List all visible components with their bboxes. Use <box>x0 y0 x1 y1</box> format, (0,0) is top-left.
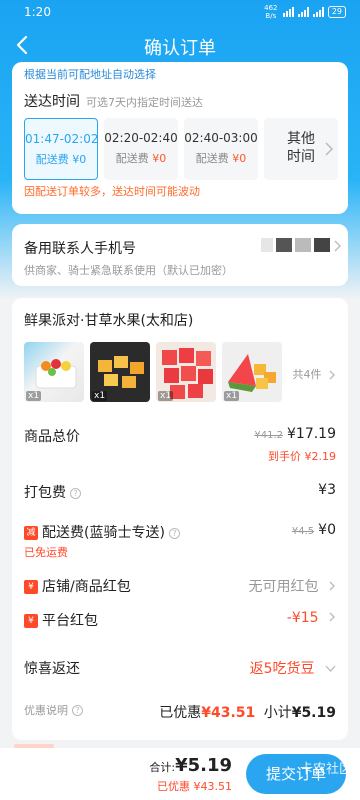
platform-redpack-row[interactable]: ¥ 平台红包 -¥15 <box>24 610 336 630</box>
help-icon[interactable]: ? <box>72 704 83 716</box>
total-prefix: 合计: <box>149 761 176 774</box>
discount-summary-row: 优惠说明? 已优惠¥43.51 小计¥5.19 <box>24 702 336 721</box>
delivery-fee-original: ¥4.5 <box>291 526 315 537</box>
surprise-return-label: 惊喜返还 <box>24 661 80 677</box>
unit-price: 到手价 ¥2.19 <box>268 450 336 463</box>
discount-tag-icon: 减 <box>24 526 38 540</box>
free-delivery-row: 已免运费 <box>24 544 336 560</box>
signal-icon <box>297 7 309 17</box>
goods-total-row: 商品总价 ¥41.2 ¥17.19 <box>24 426 336 446</box>
product-image: x1 <box>90 342 150 402</box>
goods-total-value: ¥17.19 <box>287 426 336 442</box>
delivery-time-subtitle: 可选7天内指定时间送达 <box>86 96 203 109</box>
time-slot-2[interactable]: 02:20-02:40 配送费 ¥0 <box>104 118 178 180</box>
backup-contact-subtitle: 供商家、骑士紧急联系使用（默认已加密） <box>24 264 233 277</box>
status-icons: 462 B/s 29 <box>263 4 346 20</box>
time-slots: 01:47-02:02 配送费 ¥0 02:20-02:40 配送费 ¥0 02… <box>24 118 346 180</box>
page-title: 确认订单 <box>144 38 216 59</box>
delivery-fee-value: ¥0 <box>318 522 336 538</box>
time-slot-time: 01:47-02:02 <box>25 132 99 146</box>
chevron-right-icon <box>329 370 335 380</box>
delivery-delay-hint: 因配送订单较多，送达时间可能波动 <box>24 185 200 198</box>
chevron-down-icon <box>325 665 336 672</box>
chevron-right-icon <box>325 142 334 156</box>
chevron-right-icon <box>329 581 335 591</box>
time-slot-fee: 配送费 ¥0 <box>115 152 167 165</box>
subtotal-value: ¥5.19 <box>291 705 336 721</box>
watermark: 卡农社区 <box>299 762 352 777</box>
help-icon[interactable]: ? <box>70 487 81 499</box>
platform-redpack-label: 平台红包 <box>42 613 98 629</box>
shop-redpack-label: 店铺/商品红包 <box>42 579 131 595</box>
subtotal-prefix: 小计 <box>263 705 292 721</box>
time-slot-fee: 配送费 ¥0 <box>195 152 247 165</box>
shop-redpack-value: 无可用红包 <box>248 579 319 595</box>
delivery-fee-row: 减配送费(蓝骑士专送)? ¥4.5 ¥0 <box>24 522 336 542</box>
shop-name: 鲜果派对·甘草水果(太和店) <box>24 313 194 329</box>
discount-value: ¥43.51 <box>201 705 256 721</box>
footer-discount: 已优惠 ¥43.51 <box>157 780 232 793</box>
time-slot-time: 02:20-02:40 <box>104 131 178 145</box>
free-delivery-note: 已免运费 <box>24 546 68 559</box>
platform-redpack-value: -¥15 <box>286 610 319 626</box>
time-slot-fee: 配送费 ¥0 <box>35 153 87 166</box>
signal-icon-2 <box>312 7 324 17</box>
status-bar: 1:20 462 B/s 29 <box>0 0 360 24</box>
delivery-time-card: 根据当前可配地址自动选择 送达时间 可选7天内指定时间送达 01:47-02:02… <box>12 62 348 214</box>
masked-phone <box>261 238 330 252</box>
chevron-right-icon <box>329 612 335 622</box>
product-image: x1 <box>156 342 216 402</box>
goods-total-label: 商品总价 <box>24 429 80 445</box>
other-time-button[interactable]: 其他 时间 <box>264 118 338 180</box>
time-slot-1[interactable]: 01:47-02:02 配送费 ¥0 <box>24 118 99 180</box>
packing-fee-label: 打包费 <box>24 485 66 501</box>
product-image: x1 <box>222 342 282 402</box>
goods-total-original: ¥41.2 <box>254 430 283 441</box>
network-speed: 462 B/s <box>264 4 278 20</box>
order-card: 鲜果派对·甘草水果(太和店) x1 x1 x1 x1 共4件 商品总价 ¥41.… <box>12 298 348 740</box>
surprise-return-value: 返5吃货豆 <box>249 661 315 677</box>
packing-fee-row: 打包费? ¥3 <box>24 482 336 502</box>
delivery-fee-label: 配送费(蓝骑士专送) <box>42 525 165 541</box>
chevron-right-icon <box>334 240 341 252</box>
battery-icon: 29 <box>327 6 346 18</box>
shop-redpack-row[interactable]: ¥ 店铺/商品红包 无可用红包 <box>24 576 336 596</box>
help-icon[interactable]: ? <box>168 527 180 539</box>
wifi-icon <box>282 7 294 17</box>
backup-contact-title: 备用联系人手机号 <box>24 241 136 257</box>
checkout-bar: 合计:¥5.19 已优惠 ¥43.51 提交订单 卡农社区 <box>0 748 360 800</box>
order-total: 合计:¥5.19 已优惠 ¥43.51 <box>149 755 232 794</box>
total-value: ¥5.19 <box>175 755 232 776</box>
address-hint: 根据当前可配地址自动选择 <box>24 68 156 81</box>
backup-contact-card[interactable]: 备用联系人手机号 供商家、骑士紧急联系使用（默认已加密） <box>12 224 348 286</box>
time-slot-3[interactable]: 02:40-03:00 配送费 ¥0 <box>184 118 258 180</box>
product-image: x1 <box>24 342 84 402</box>
redpack-tag-icon: ¥ <box>24 580 38 594</box>
discount-note-label: 优惠说明 <box>24 704 68 717</box>
delivery-time-title: 送达时间 可选7天内指定时间送达 <box>24 94 203 110</box>
packing-fee-value: ¥3 <box>318 482 336 498</box>
surprise-return-row[interactable]: 惊喜返还 返5吃货豆 <box>24 658 336 678</box>
redpack-tag-icon: ¥ <box>24 614 38 628</box>
total-items-link[interactable]: 共4件 <box>293 366 337 382</box>
discount-prefix: 已优惠 <box>159 705 202 721</box>
nav-bar: 确认订单 <box>0 26 360 64</box>
status-time: 1:20 <box>24 5 51 19</box>
time-slot-time: 02:40-03:00 <box>184 131 258 145</box>
